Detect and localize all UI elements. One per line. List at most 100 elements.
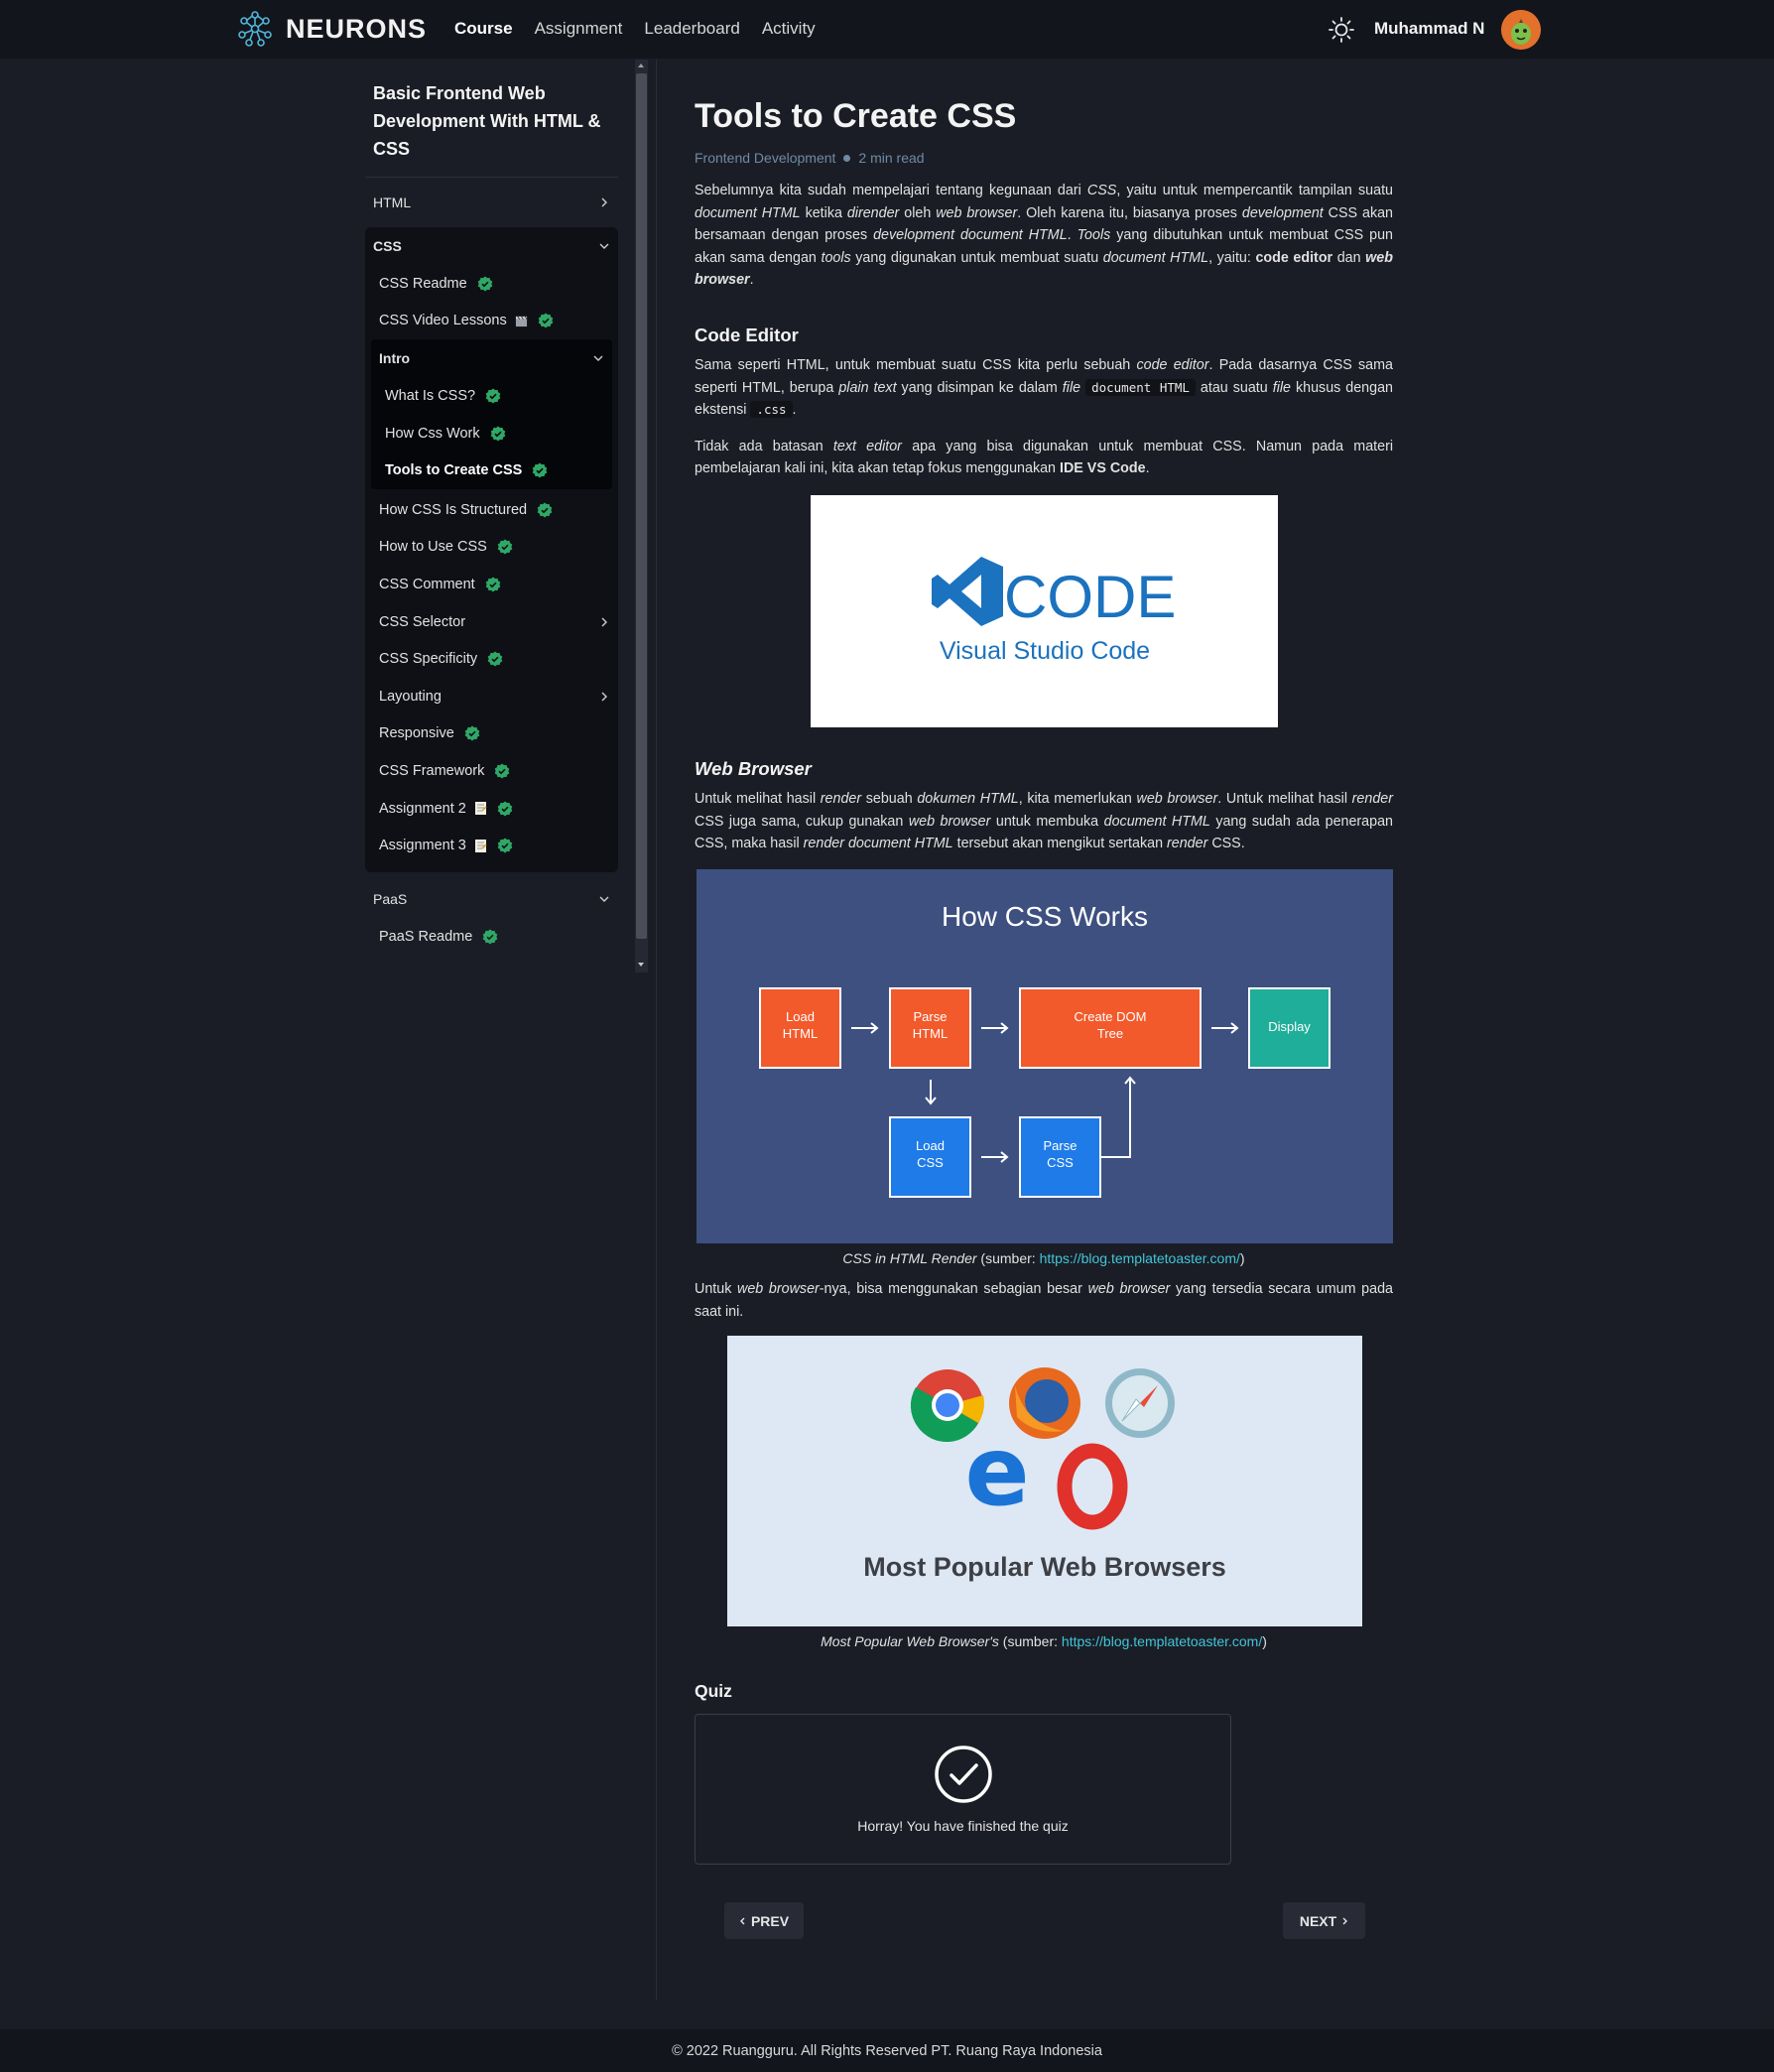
sidebar-item-how-to-use-css[interactable]: How to Use CSS — [365, 529, 618, 567]
section-heading-code-editor: Code Editor — [695, 324, 799, 345]
user-name[interactable]: Muhammad N — [1374, 19, 1484, 39]
caption-browsers: Most Popular Web Browser's (sumber: http… — [695, 1627, 1393, 1649]
chevron-right-icon — [601, 197, 607, 207]
chevron-right-icon — [1342, 1917, 1348, 1924]
sidebar-item-css-video-lessons[interactable]: CSS Video Lessons — [365, 303, 618, 340]
vscode-logo-graphic: CODE Visual Studio Code — [932, 557, 1176, 665]
scrollbar-thumb[interactable] — [636, 73, 647, 939]
sidebar-group-css: CSS CSS Readme CSS Video Lessons Intro W… — [365, 227, 618, 872]
sidebar-item-label: Assignment 3 — [379, 838, 466, 854]
prev-button[interactable]: PREV — [724, 1902, 804, 1939]
sidebar-item-label: CSS Specificity — [379, 651, 478, 668]
article: Tools to Create CSS Frontend Development… — [695, 94, 1393, 480]
step-create-dom-tree: Create DOM Tree — [1074, 1009, 1147, 1041]
caption-title: Most Popular Web Browser's — [821, 1633, 999, 1649]
completed-check-icon — [497, 801, 513, 817]
sidebar-item-label: Assignment 2 — [379, 800, 466, 817]
intro-paragraph: Sebelumnya kita sudah mempelajari tentan… — [695, 183, 1393, 289]
avatar-character-icon — [1501, 10, 1541, 50]
chevron-left-icon — [739, 1917, 745, 1924]
sidebar-item-css-readme[interactable]: CSS Readme — [365, 265, 618, 303]
sidebar-item-css-framework[interactable]: CSS Framework — [365, 752, 618, 790]
sidebar-item-label: What Is CSS? — [385, 387, 476, 404]
brand[interactable]: NEURONS — [236, 9, 427, 49]
completed-check-icon — [483, 929, 498, 945]
caption-source-link[interactable]: https://blog.templatetoaster.com/ — [1040, 1250, 1240, 1266]
quiz-card: Horray! You have finished the quiz — [695, 1714, 1231, 1865]
sidebar-item-responsive[interactable]: Responsive — [365, 715, 618, 753]
svg-text:e: e — [964, 1416, 1029, 1527]
vscode-subtitle: Visual Studio Code — [940, 637, 1150, 665]
article-read-time: 2 min read — [858, 150, 925, 166]
caption-source-link[interactable]: https://blog.templatetoaster.com/ — [1062, 1633, 1262, 1649]
chevron-down-icon — [599, 896, 609, 902]
completed-check-icon — [477, 276, 492, 292]
sidebar-item-css-specificity[interactable]: CSS Specificity — [365, 640, 618, 678]
caption-source-prefix: (sumber: — [998, 1633, 1062, 1649]
completed-check-icon — [487, 651, 503, 667]
browsers-graphic: e Most Popular Web Browsers — [863, 1367, 1226, 1582]
sidebar-item-paas[interactable]: PaaS — [365, 880, 618, 918]
neurons-logo-icon — [238, 11, 272, 47]
quiz-heading: Quiz — [695, 1681, 732, 1701]
sidebar-item-css-selector[interactable]: CSS Selector — [365, 603, 618, 641]
scroll-up-arrow-icon[interactable] — [638, 64, 644, 67]
sidebar-item-label: CSS Video Lessons — [379, 313, 507, 329]
article-category: Frontend Development — [695, 150, 836, 166]
web-browser-paragraph: Untuk melihat hasil render sebuah dokume… — [695, 791, 1393, 852]
next-button[interactable]: NEXT — [1283, 1902, 1365, 1939]
caption-close: ) — [1262, 1633, 1267, 1649]
completed-check-icon — [464, 725, 480, 741]
sidebar-item-tools-to-create-css[interactable]: Tools to Create CSS — [371, 452, 612, 489]
sidebar-item-label: Responsive — [379, 725, 454, 742]
scroll-down-arrow-icon[interactable] — [638, 963, 644, 967]
completed-check-icon — [485, 577, 501, 592]
sidebar-item-assignment-2[interactable]: Assignment 2 — [365, 790, 618, 828]
safari-icon — [1105, 1368, 1175, 1438]
sidebar-item-label: How to Use CSS — [379, 539, 487, 556]
nav-assignment[interactable]: Assignment — [535, 19, 623, 39]
sidebar-item-what-is-css[interactable]: What Is CSS? — [371, 377, 612, 415]
video-clapper-icon — [515, 316, 528, 326]
caption-close: ) — [1239, 1250, 1245, 1266]
sidebar-item-intro[interactable]: Intro — [371, 339, 612, 377]
nav-course[interactable]: Course — [454, 19, 513, 39]
sidebar-item-how-css-work[interactable]: How Css Work — [371, 415, 612, 453]
sidebar-item-paas-readme[interactable]: PaaS Readme — [365, 918, 618, 956]
step-parse-html: Parse HTML — [912, 1009, 949, 1041]
quiz-finished-message: Horray! You have finished the quiz — [857, 1818, 1069, 1834]
nav-leaderboard[interactable]: Leaderboard — [644, 19, 739, 39]
completed-check-icon — [533, 462, 548, 478]
browser-paragraph: Untuk web browser-nya, bisa menggunakan … — [695, 1281, 1393, 1320]
sun-icon[interactable] — [1328, 16, 1355, 44]
step-parse-css: Parse CSS — [1043, 1138, 1077, 1170]
vscode-logo-image: CODE Visual Studio Code — [811, 495, 1278, 727]
how-css-works-graphic: How CSS Works Load HTML Parse HTML Creat… — [759, 901, 1330, 1198]
avatar[interactable] — [1501, 10, 1541, 50]
web-browser-section: Web Browser Untuk melihat hasil render s… — [695, 748, 1393, 855]
how-css-works-diagram: How CSS Works Load HTML Parse HTML Creat… — [697, 869, 1393, 1243]
sidebar-item-label: CSS Readme — [379, 275, 467, 292]
sidebar-item-css[interactable]: CSS — [365, 227, 618, 265]
main-nav: Course Assignment Leaderboard Activity — [454, 19, 816, 39]
footer-copyright: © 2022 Ruangguru. All Rights Reserved PT… — [672, 2042, 1102, 2059]
vscode-code-word: CODE — [1004, 564, 1176, 630]
code-editor-paragraph-2: Tidak ada batasan text editor apa yang b… — [695, 438, 1394, 477]
sidebar-item-how-css-is-structured[interactable]: How CSS Is Structured — [365, 491, 618, 529]
nav-activity[interactable]: Activity — [762, 19, 816, 39]
completed-check-icon — [497, 539, 513, 555]
sidebar-item-html[interactable]: HTML — [365, 184, 618, 221]
sidebar-scrollbar[interactable] — [635, 60, 648, 972]
top-navbar: NEURONS Course Assignment Leaderboard Ac… — [0, 0, 1774, 59]
sidebar-item-layouting[interactable]: Layouting — [365, 678, 618, 715]
step-display: Display — [1268, 1019, 1311, 1034]
course-title: Basic Frontend Web Development With HTML… — [373, 83, 601, 159]
sidebar-item-label: Layouting — [379, 688, 442, 705]
sidebar-item-label: PaaS — [373, 890, 408, 907]
sidebar-item-assignment-3[interactable]: Assignment 3 — [365, 827, 618, 864]
sidebar-item-label: CSS Framework — [379, 762, 485, 779]
memo-icon — [474, 802, 487, 816]
next-button-label: NEXT — [1299, 1912, 1337, 1929]
sidebar-item-css-comment[interactable]: CSS Comment — [365, 566, 618, 603]
prev-button-label: PREV — [750, 1912, 790, 1929]
